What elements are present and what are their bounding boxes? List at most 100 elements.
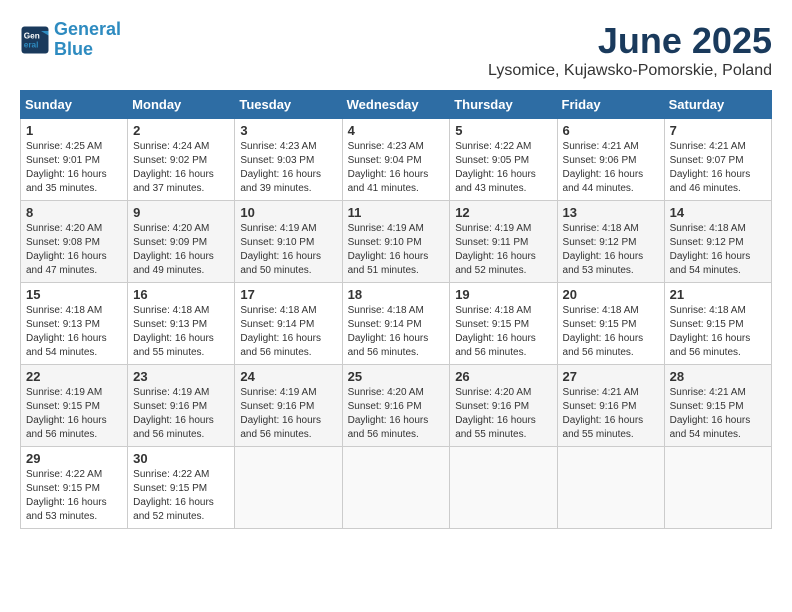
page-header: Gen eral GeneralBlue June 2025 Lysomice,… (20, 20, 772, 80)
calendar-cell: 10 Sunrise: 4:19 AMSunset: 9:10 PMDayligh… (235, 201, 342, 283)
day-number: 18 (348, 287, 445, 302)
calendar-cell: 22Sunrise: 4:19 AMSunset: 9:15 PMDayligh… (21, 365, 128, 447)
svg-text:eral: eral (24, 40, 39, 49)
day-info: Sunrise: 4:20 AMSunset: 9:16 PMDaylight:… (348, 386, 445, 442)
weekday-header-wednesday: Wednesday (342, 91, 450, 119)
calendar-cell: 27Sunrise: 4:21 AMSunset: 9:16 PMDayligh… (557, 365, 664, 447)
day-number: 24 (240, 369, 336, 384)
month-title: June 2025 (488, 20, 772, 62)
day-number: 7 (670, 123, 766, 138)
calendar-cell (235, 447, 342, 529)
calendar-cell: 20 Sunrise: 4:18 AMSunset: 9:15 PMDayligh… (557, 283, 664, 365)
calendar-week-row: 29 Sunrise: 4:22 AMSunset: 9:15 PMDayligh… (21, 447, 772, 529)
calendar-cell: 30Sunrise: 4:22 AMSunset: 9:15 PMDayligh… (128, 447, 235, 529)
day-info: Sunrise: 4:20 AMSunset: 9:08 PMDaylight:… (26, 222, 122, 278)
day-number: 6 (563, 123, 659, 138)
calendar-cell: 23Sunrise: 4:19 AMSunset: 9:16 PMDayligh… (128, 365, 235, 447)
day-number: 14 (670, 205, 766, 220)
calendar-cell: 16 Sunrise: 4:18 AMSunset: 9:13 PMDayligh… (128, 283, 235, 365)
day-number: 10 (240, 205, 336, 220)
day-number: 16 (133, 287, 229, 302)
day-number: 20 (563, 287, 659, 302)
day-info: Sunrise: 4:22 AMSunset: 9:15 PMDaylight:… (26, 468, 122, 524)
title-area: June 2025 Lysomice, Kujawsko-Pomorskie, … (488, 20, 772, 80)
weekday-header-tuesday: Tuesday (235, 91, 342, 119)
calendar-cell: 18 Sunrise: 4:18 AMSunset: 9:14 PMDayligh… (342, 283, 450, 365)
day-info: Sunrise: 4:20 AMSunset: 9:09 PMDaylight:… (133, 222, 229, 278)
day-info: Sunrise: 4:22 AMSunset: 9:15 PMDaylight:… (133, 468, 229, 524)
calendar-cell: 3 Sunrise: 4:23 AMSunset: 9:03 PMDaylight… (235, 119, 342, 201)
calendar-cell (342, 447, 450, 529)
day-number: 13 (563, 205, 659, 220)
day-number: 19 (455, 287, 551, 302)
day-info: Sunrise: 4:23 AMSunset: 9:04 PMDaylight:… (348, 140, 445, 196)
calendar-cell: 25 Sunrise: 4:20 AMSunset: 9:16 PMDayligh… (342, 365, 450, 447)
day-number: 25 (348, 369, 445, 384)
day-number: 12 (455, 205, 551, 220)
day-info: Sunrise: 4:18 AMSunset: 9:15 PMDaylight:… (670, 304, 766, 360)
day-info: Sunrise: 4:18 AMSunset: 9:12 PMDaylight:… (670, 222, 766, 278)
calendar-cell (450, 447, 557, 529)
calendar-cell: 19Sunrise: 4:18 AMSunset: 9:15 PMDayligh… (450, 283, 557, 365)
calendar-week-row: 8Sunrise: 4:20 AMSunset: 9:08 PMDaylight… (21, 201, 772, 283)
day-number: 28 (670, 369, 766, 384)
calendar-cell: 1Sunrise: 4:25 AMSunset: 9:01 PMDaylight… (21, 119, 128, 201)
calendar-cell: 5Sunrise: 4:22 AMSunset: 9:05 PMDaylight… (450, 119, 557, 201)
day-info: Sunrise: 4:21 AMSunset: 9:07 PMDaylight:… (670, 140, 766, 196)
day-info: Sunrise: 4:21 AMSunset: 9:15 PMDaylight:… (670, 386, 766, 442)
day-info: Sunrise: 4:18 AMSunset: 9:14 PMDaylight:… (240, 304, 336, 360)
day-number: 26 (455, 369, 551, 384)
day-info: Sunrise: 4:25 AMSunset: 9:01 PMDaylight:… (26, 140, 122, 196)
calendar-cell: 21 Sunrise: 4:18 AMSunset: 9:15 PMDayligh… (664, 283, 771, 365)
location-title: Lysomice, Kujawsko-Pomorskie, Poland (488, 62, 772, 80)
weekday-header-row: SundayMondayTuesdayWednesdayThursdayFrid… (21, 91, 772, 119)
calendar-cell (664, 447, 771, 529)
weekday-header-sunday: Sunday (21, 91, 128, 119)
calendar-table: SundayMondayTuesdayWednesdayThursdayFrid… (20, 90, 772, 529)
calendar-cell: 17 Sunrise: 4:18 AMSunset: 9:14 PMDayligh… (235, 283, 342, 365)
day-info: Sunrise: 4:19 AMSunset: 9:15 PMDaylight:… (26, 386, 122, 442)
day-number: 2 (133, 123, 229, 138)
day-number: 3 (240, 123, 336, 138)
calendar-cell: 13 Sunrise: 4:18 AMSunset: 9:12 PMDayligh… (557, 201, 664, 283)
calendar-cell: 2Sunrise: 4:24 AMSunset: 9:02 PMDaylight… (128, 119, 235, 201)
calendar-cell: 15 Sunrise: 4:18 AMSunset: 9:13 PMDayligh… (21, 283, 128, 365)
day-number: 17 (240, 287, 336, 302)
calendar-cell (557, 447, 664, 529)
calendar-cell: 28 Sunrise: 4:21 AMSunset: 9:15 PMDayligh… (664, 365, 771, 447)
day-number: 4 (348, 123, 445, 138)
calendar-cell: 7 Sunrise: 4:21 AMSunset: 9:07 PMDaylight… (664, 119, 771, 201)
calendar-cell: 8Sunrise: 4:20 AMSunset: 9:08 PMDaylight… (21, 201, 128, 283)
calendar-cell: 26 Sunrise: 4:20 AMSunset: 9:16 PMDayligh… (450, 365, 557, 447)
weekday-header-friday: Friday (557, 91, 664, 119)
calendar-cell: 9Sunrise: 4:20 AMSunset: 9:09 PMDaylight… (128, 201, 235, 283)
day-number: 29 (26, 451, 122, 466)
day-info: Sunrise: 4:18 AMSunset: 9:15 PMDaylight:… (563, 304, 659, 360)
calendar-week-row: 15 Sunrise: 4:18 AMSunset: 9:13 PMDayligh… (21, 283, 772, 365)
day-info: Sunrise: 4:22 AMSunset: 9:05 PMDaylight:… (455, 140, 551, 196)
day-info: Sunrise: 4:18 AMSunset: 9:13 PMDaylight:… (26, 304, 122, 360)
day-info: Sunrise: 4:19 AMSunset: 9:16 PMDaylight:… (240, 386, 336, 442)
day-info: Sunrise: 4:18 AMSunset: 9:12 PMDaylight:… (563, 222, 659, 278)
weekday-header-monday: Monday (128, 91, 235, 119)
logo: Gen eral GeneralBlue (20, 20, 121, 60)
calendar-cell: 11Sunrise: 4:19 AMSunset: 9:10 PMDayligh… (342, 201, 450, 283)
day-info: Sunrise: 4:23 AMSunset: 9:03 PMDaylight:… (240, 140, 336, 196)
weekday-header-thursday: Thursday (450, 91, 557, 119)
day-number: 27 (563, 369, 659, 384)
day-info: Sunrise: 4:18 AMSunset: 9:14 PMDaylight:… (348, 304, 445, 360)
day-number: 15 (26, 287, 122, 302)
day-info: Sunrise: 4:18 AMSunset: 9:13 PMDaylight:… (133, 304, 229, 360)
calendar-week-row: 22Sunrise: 4:19 AMSunset: 9:15 PMDayligh… (21, 365, 772, 447)
calendar-cell: 4 Sunrise: 4:23 AMSunset: 9:04 PMDaylight… (342, 119, 450, 201)
day-info: Sunrise: 4:19 AMSunset: 9:10 PMDaylight:… (240, 222, 336, 278)
calendar-cell: 24 Sunrise: 4:19 AMSunset: 9:16 PMDayligh… (235, 365, 342, 447)
calendar-cell: 12Sunrise: 4:19 AMSunset: 9:11 PMDayligh… (450, 201, 557, 283)
svg-text:Gen: Gen (24, 31, 40, 40)
day-number: 21 (670, 287, 766, 302)
day-info: Sunrise: 4:21 AMSunset: 9:06 PMDaylight:… (563, 140, 659, 196)
calendar-cell: 29 Sunrise: 4:22 AMSunset: 9:15 PMDayligh… (21, 447, 128, 529)
weekday-header-saturday: Saturday (664, 91, 771, 119)
day-info: Sunrise: 4:20 AMSunset: 9:16 PMDaylight:… (455, 386, 551, 442)
logo-text: GeneralBlue (54, 20, 121, 60)
